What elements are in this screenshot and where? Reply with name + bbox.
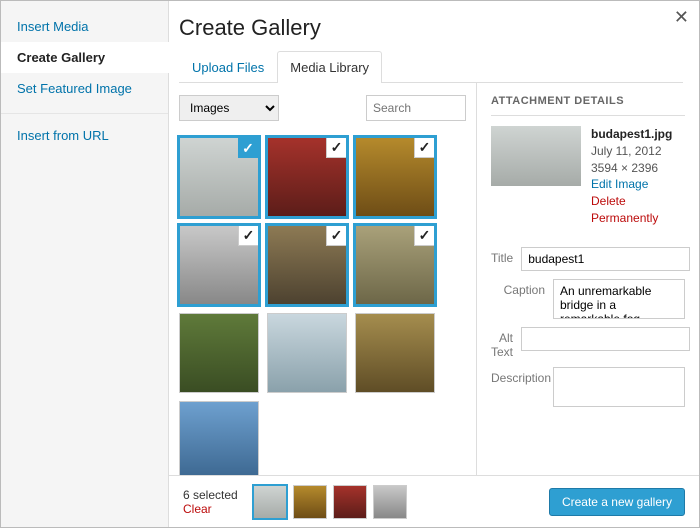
strip-thumb-1[interactable] <box>293 485 327 519</box>
thumbnail-2[interactable]: ✓ <box>355 137 435 217</box>
details-dimensions: 3594 × 2396 <box>591 160 685 177</box>
edit-image-link[interactable]: Edit Image <box>591 176 685 193</box>
delete-permanently-link[interactable]: Delete Permanently <box>591 193 685 227</box>
selection-strip <box>253 485 549 519</box>
sidebar-item-1[interactable]: Create Gallery <box>1 42 169 73</box>
tab-0[interactable]: Upload Files <box>179 51 277 83</box>
thumbnail-8[interactable] <box>355 313 435 393</box>
tab-1[interactable]: Media Library <box>277 51 382 83</box>
selected-count: 6 selected <box>183 488 253 502</box>
thumbnail-5[interactable]: ✓ <box>355 225 435 305</box>
title-field[interactable] <box>521 247 690 271</box>
caption-field[interactable] <box>553 279 685 319</box>
page-title: Create Gallery <box>179 15 683 41</box>
create-gallery-button[interactable]: Create a new gallery <box>549 488 685 516</box>
alt-text-field[interactable] <box>521 327 690 351</box>
media-type-select[interactable]: Images <box>179 95 279 121</box>
tabs: Upload FilesMedia Library <box>179 51 683 83</box>
sidebar: Insert MediaCreate GallerySet Featured I… <box>1 1 169 527</box>
thumbnail-7[interactable] <box>267 313 347 393</box>
thumbnail-3[interactable]: ✓ <box>179 225 259 305</box>
check-icon[interactable]: ✓ <box>414 226 434 246</box>
check-icon[interactable]: ✓ <box>238 226 258 246</box>
title-label: Title <box>491 247 521 265</box>
sidebar-item-2[interactable]: Set Featured Image <box>1 73 168 104</box>
check-icon[interactable]: ✓ <box>326 138 346 158</box>
check-icon[interactable]: ✓ <box>326 226 346 246</box>
clear-selection[interactable]: Clear <box>183 502 253 516</box>
sidebar-item-3[interactable]: Insert from URL <box>1 120 168 151</box>
description-label: Description <box>491 367 553 385</box>
sidebar-item-0[interactable]: Insert Media <box>1 11 168 42</box>
close-icon[interactable]: ✕ <box>674 7 689 28</box>
check-icon[interactable]: ✓ <box>238 138 258 158</box>
caption-label: Caption <box>491 279 553 297</box>
details-thumbnail <box>491 126 581 186</box>
strip-thumb-0[interactable] <box>253 485 287 519</box>
thumbnail-9[interactable] <box>179 401 259 475</box>
thumbnail-6[interactable] <box>179 313 259 393</box>
strip-thumb-2[interactable] <box>333 485 367 519</box>
description-field[interactable] <box>553 367 685 407</box>
alt-text-label: Alt Text <box>491 327 521 359</box>
thumbnail-grid: ✓ ✓ ✓ ✓ ✓ ✓ <box>169 133 476 475</box>
details-filename: budapest1.jpg <box>591 126 685 143</box>
details-date: July 11, 2012 <box>591 143 685 160</box>
search-input[interactable] <box>366 95 466 121</box>
footer: 6 selected Clear Create a new gallery <box>169 475 699 527</box>
attachment-details: ATTACHMENT DETAILS budapest1.jpg July 11… <box>477 83 699 475</box>
details-heading: ATTACHMENT DETAILS <box>491 95 685 116</box>
check-icon[interactable]: ✓ <box>414 138 434 158</box>
thumbnail-1[interactable]: ✓ <box>267 137 347 217</box>
thumbnail-4[interactable]: ✓ <box>267 225 347 305</box>
strip-thumb-3[interactable] <box>373 485 407 519</box>
thumbnail-0[interactable]: ✓ <box>179 137 259 217</box>
